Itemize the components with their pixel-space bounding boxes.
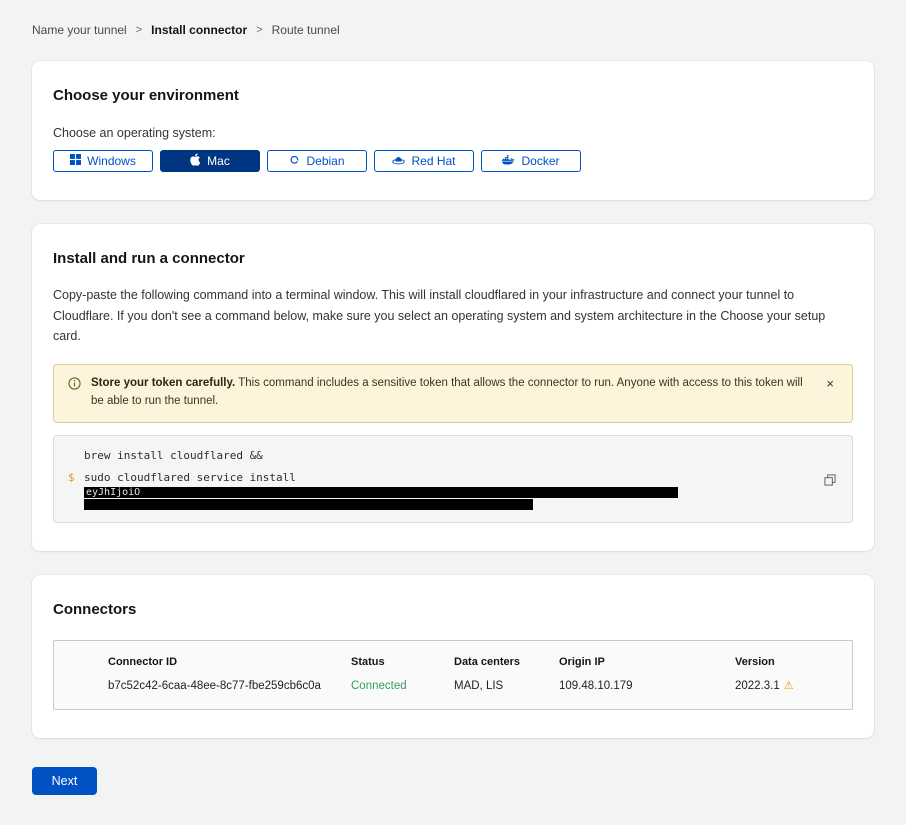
- debian-icon: [289, 154, 300, 168]
- copy-icon: [824, 474, 836, 489]
- shell-prompt: $: [68, 471, 75, 486]
- os-button-mac[interactable]: Mac: [160, 150, 260, 172]
- token-warning-bold: Store your token carefully.: [91, 377, 235, 389]
- origin-ip-cell: 109.48.10.179: [559, 680, 735, 692]
- code-line-1-text: brew install cloudflared &&: [84, 449, 263, 462]
- code-line-1: brew install cloudflared &&: [68, 449, 808, 464]
- info-icon: [68, 377, 81, 397]
- close-warning-button[interactable]: ×: [822, 375, 838, 392]
- breadcrumb-separator: >: [136, 24, 142, 36]
- token-warning-text: Store your token carefully. This command…: [91, 375, 806, 411]
- connectors-table: Connector ID Status Data centers Origin …: [53, 640, 853, 710]
- breadcrumb-step-name-tunnel[interactable]: Name your tunnel: [32, 23, 127, 37]
- redacted-token-line-1: eyJhIjoiO: [84, 487, 678, 498]
- code-line-2: $ sudo cloudflared service install: [68, 471, 808, 486]
- next-button[interactable]: Next: [32, 767, 97, 795]
- redacted-token-line-2: [84, 499, 533, 510]
- os-button-label: Red Hat: [411, 154, 455, 168]
- column-header-data-centers: Data centers: [454, 656, 559, 668]
- column-header-origin-ip: Origin IP: [559, 656, 735, 668]
- version-warning-icon: ⚠: [784, 679, 794, 692]
- column-header-connector-id: Connector ID: [108, 656, 351, 668]
- os-button-label: Debian: [306, 154, 344, 168]
- apple-icon: [190, 153, 201, 169]
- install-connector-title: Install and run a connector: [53, 250, 853, 267]
- copy-command-button[interactable]: [822, 472, 838, 491]
- code-line-2-text: sudo cloudflared service install: [84, 471, 296, 484]
- os-button-debian[interactable]: Debian: [267, 150, 367, 172]
- redhat-icon: [392, 154, 405, 168]
- install-connector-description: Copy-paste the following command into a …: [53, 285, 853, 347]
- os-button-windows[interactable]: Windows: [53, 150, 153, 172]
- table-row: b7c52c42-6caa-48ee-8c77-fbe259cb6c0a Con…: [108, 679, 842, 692]
- column-header-version: Version: [735, 656, 842, 668]
- install-command-codeblock: brew install cloudflared && $ sudo cloud…: [53, 435, 853, 524]
- environment-card: Choose your environment Choose an operat…: [32, 61, 874, 200]
- connector-id-cell: b7c52c42-6caa-48ee-8c77-fbe259cb6c0a: [108, 680, 351, 692]
- connectors-card: Connectors Connector ID Status Data cent…: [32, 575, 874, 738]
- breadcrumb-separator: >: [256, 24, 262, 36]
- breadcrumb-step-route-tunnel[interactable]: Route tunnel: [272, 23, 340, 37]
- version-cell: 2022.3.1 ⚠: [735, 679, 842, 692]
- connectors-title: Connectors: [53, 601, 853, 618]
- os-button-label: Windows: [87, 154, 136, 168]
- environment-card-title: Choose your environment: [53, 87, 853, 104]
- page: Name your tunnel > Install connector > R…: [0, 0, 906, 825]
- table-header-row: Connector ID Status Data centers Origin …: [108, 656, 842, 668]
- os-button-group: Windows Mac Debian Red Hat Docker: [53, 150, 853, 172]
- column-header-status: Status: [351, 656, 454, 668]
- windows-icon: [70, 154, 81, 168]
- install-connector-card: Install and run a connector Copy-paste t…: [32, 224, 874, 551]
- token-prefix: eyJhIjoiO: [86, 487, 140, 498]
- data-centers-cell: MAD, LIS: [454, 680, 559, 692]
- os-button-redhat[interactable]: Red Hat: [374, 150, 474, 172]
- docker-icon: [502, 154, 515, 168]
- os-button-label: Mac: [207, 154, 230, 168]
- os-button-label: Docker: [521, 154, 559, 168]
- token-warning-banner: Store your token carefully. This command…: [53, 364, 853, 423]
- breadcrumb-step-install-connector[interactable]: Install connector: [151, 23, 247, 37]
- os-button-docker[interactable]: Docker: [481, 150, 581, 172]
- status-badge: Connected: [351, 680, 454, 692]
- breadcrumb: Name your tunnel > Install connector > R…: [32, 0, 874, 37]
- version-value: 2022.3.1: [735, 680, 780, 692]
- os-select-label: Choose an operating system:: [53, 126, 853, 140]
